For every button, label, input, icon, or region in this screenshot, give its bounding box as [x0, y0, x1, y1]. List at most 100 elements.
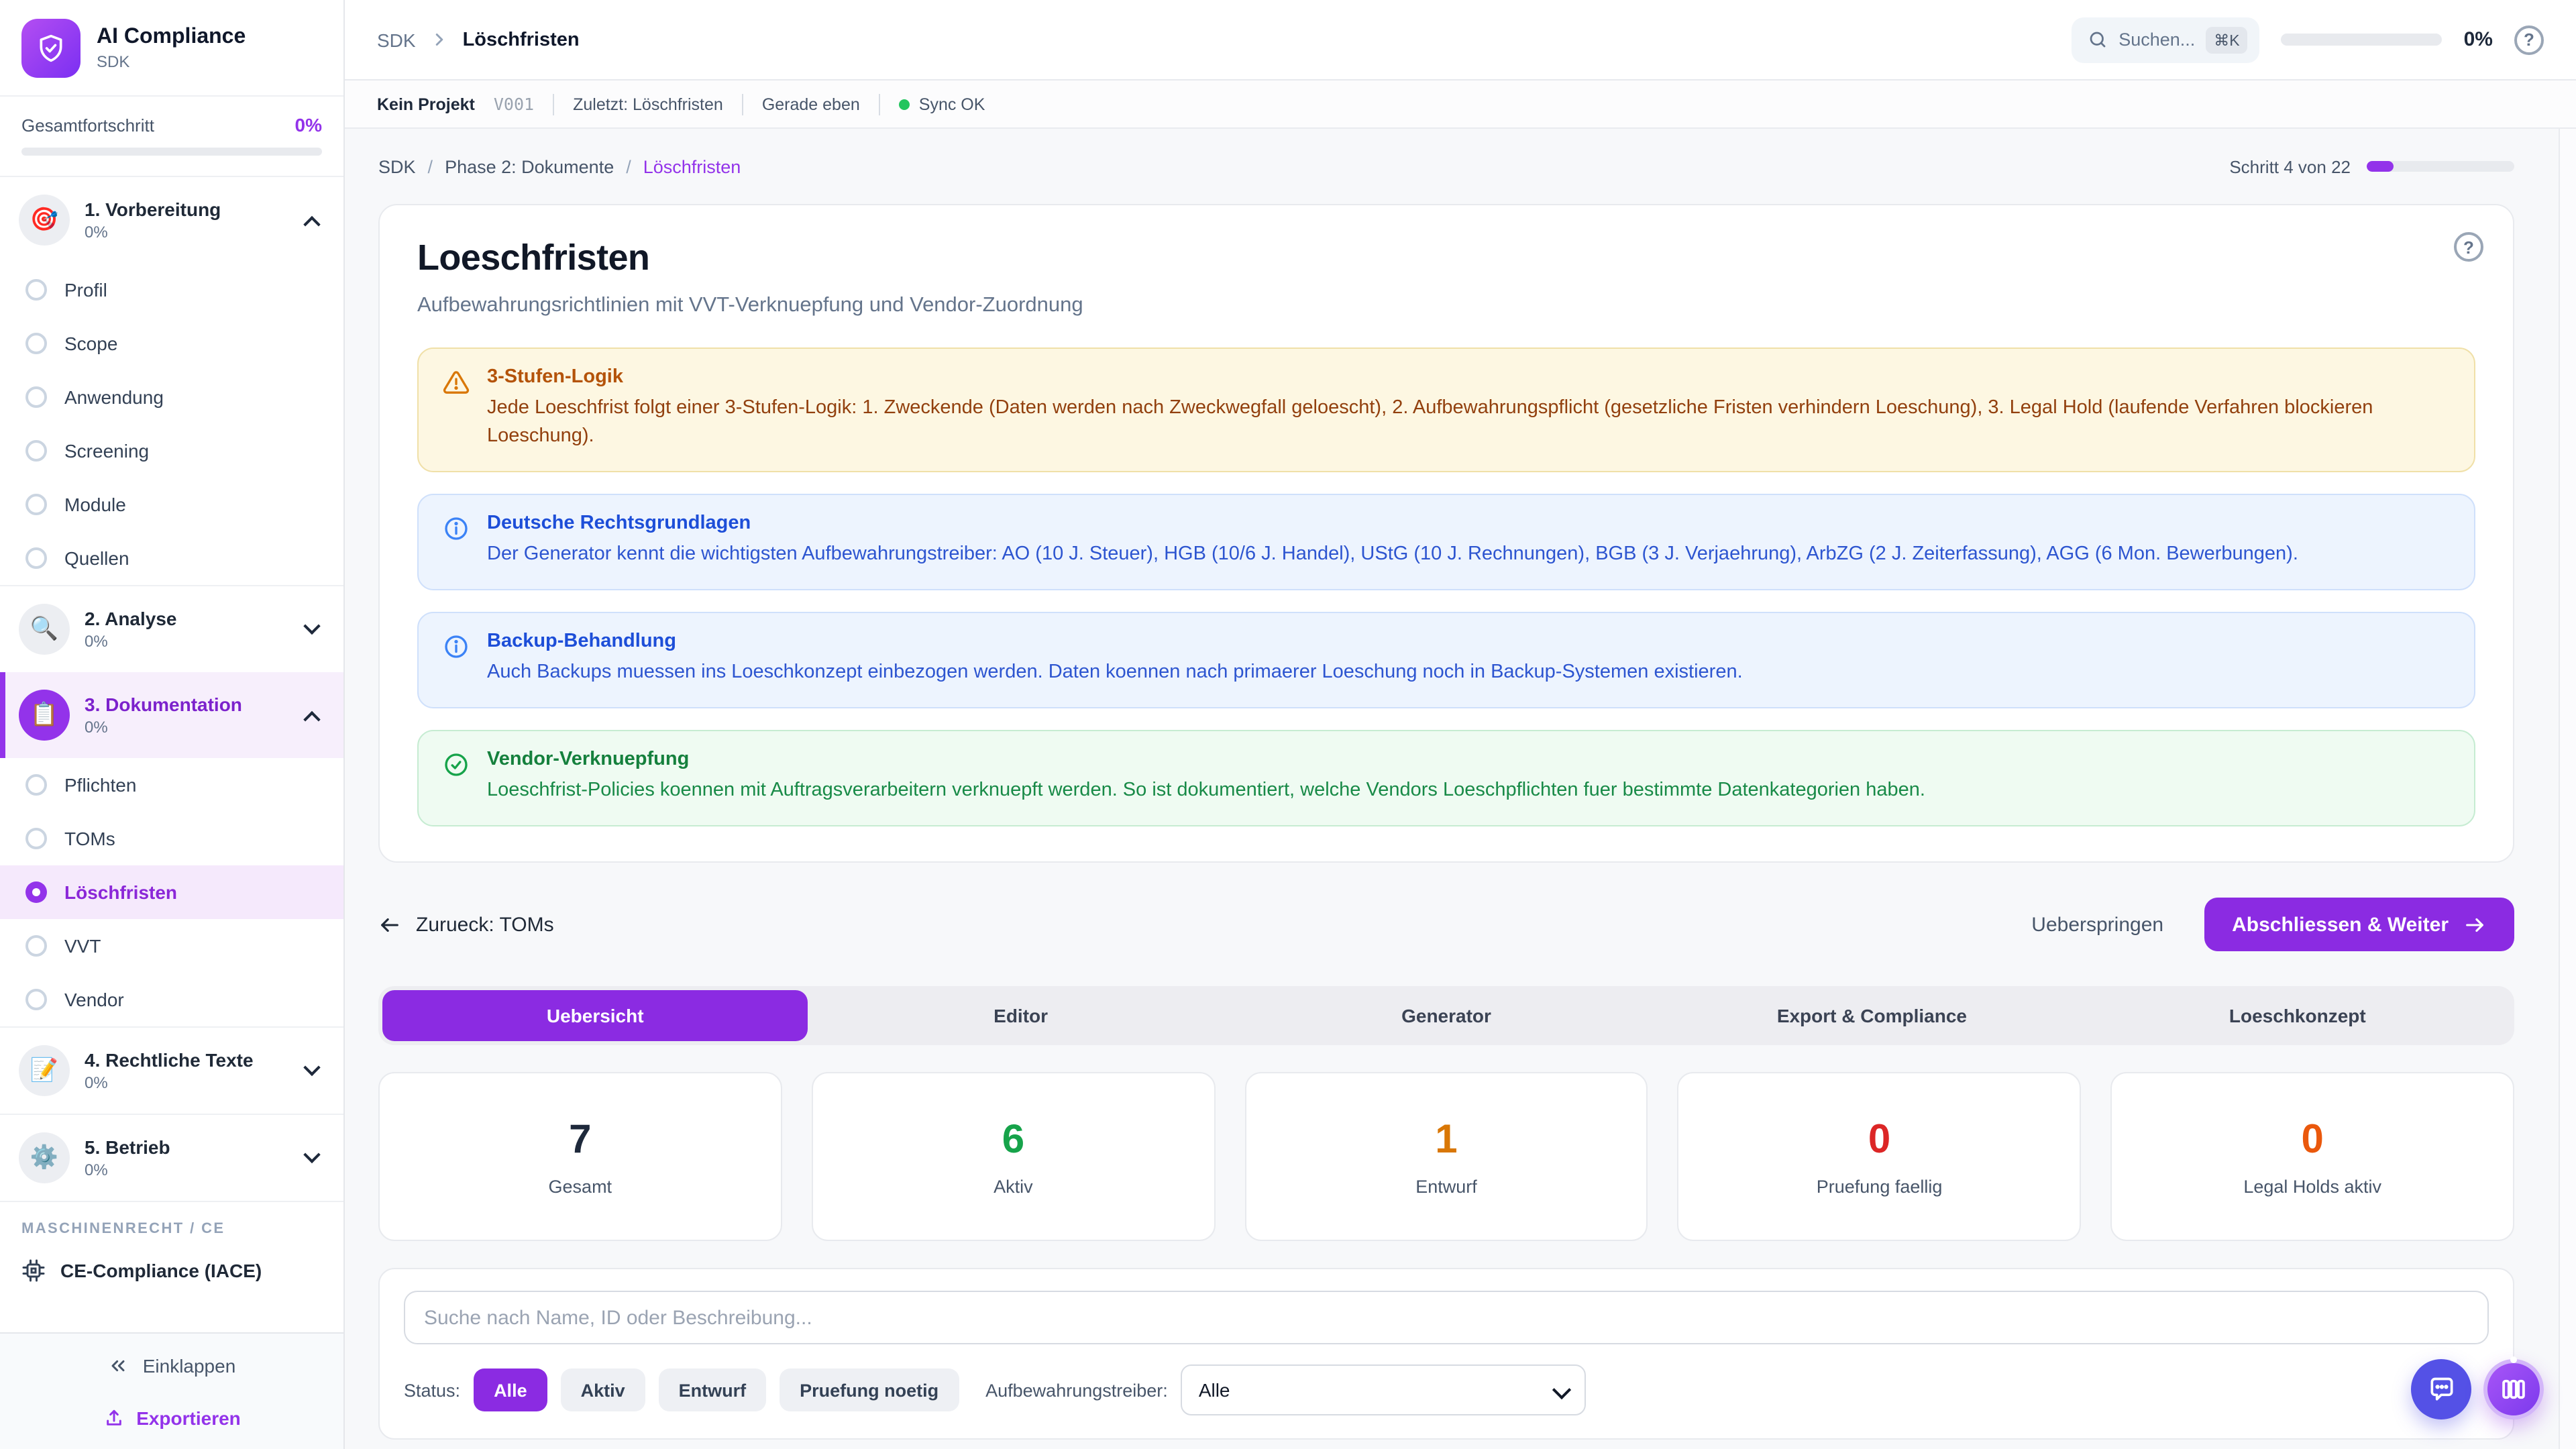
stat-label: Gesamt	[549, 1176, 612, 1196]
sidebar-item-quellen[interactable]: Quellen	[0, 531, 343, 585]
back-label: Zurueck: TOMs	[416, 913, 554, 936]
tab-editor[interactable]: Editor	[808, 990, 1233, 1041]
arrow-right-icon	[2463, 913, 2486, 936]
sidebar-item-vvt[interactable]: VVT	[0, 919, 343, 973]
section-percent: 0%	[85, 1161, 291, 1179]
tab-export-compliance[interactable]: Export & Compliance	[1659, 990, 2084, 1041]
sidebar-header: AI Compliance SDK	[0, 0, 343, 97]
alert-title: Vendor-Verknuepfung	[487, 749, 1925, 770]
main-area: SDK Löschfristen Suchen... ⌘K 0% ? Kein …	[345, 0, 2576, 1449]
radio-icon	[25, 989, 47, 1010]
sidebar-item-label: Screening	[64, 440, 149, 462]
sidebar: AI Compliance SDK Gesamtfortschritt 0% 🎯…	[0, 0, 345, 1449]
sidebar-item-ce-compliance[interactable]: CE-Compliance (IACE)	[0, 1248, 343, 1301]
stat-value: 1	[1435, 1117, 1457, 1163]
section-percent: 0%	[85, 1073, 291, 1092]
divider	[879, 93, 880, 115]
tab-generator[interactable]: Generator	[1234, 990, 1659, 1041]
status-filter-label: Status:	[404, 1380, 460, 1400]
sidebar-item-profil[interactable]: Profil	[0, 263, 343, 317]
clipboard-icon: 📋	[19, 690, 70, 741]
overall-progress: Gesamtfortschritt 0%	[0, 97, 343, 177]
topbar-progress-value: 0%	[2464, 28, 2493, 51]
radio-selected-icon	[25, 881, 47, 903]
version-badge: V001	[494, 94, 534, 114]
chevron-up-icon	[303, 710, 320, 727]
project-status: Kein Projekt	[377, 95, 475, 113]
breadcrumb-current: Löschfristen	[643, 156, 741, 176]
sidebar-item-label: TOMs	[64, 828, 115, 849]
stat-label: Legal Holds aktiv	[2243, 1176, 2381, 1196]
sidebar-section-header-rechtliche-texte[interactable]: 📝 4. Rechtliche Texte 0%	[0, 1028, 343, 1114]
stat-value: 7	[569, 1117, 591, 1163]
radio-icon	[25, 279, 47, 301]
sidebar-section-header-vorbereitung[interactable]: 🎯 1. Vorbereitung 0%	[0, 177, 343, 263]
driver-select[interactable]: Alle	[1181, 1364, 1587, 1415]
section-title: 1. Vorbereitung	[85, 199, 291, 220]
breadcrumb-root-link[interactable]: SDK	[378, 156, 416, 176]
stat-label: Entwurf	[1415, 1176, 1477, 1196]
filter-row: Status: Alle Aktiv Entwurf Pruefung noet…	[404, 1364, 2489, 1415]
sidebar-nav: 🎯 1. Vorbereitung 0% Profil Scope Anwend…	[0, 177, 343, 1332]
sidebar-section-header-analyse[interactable]: 🔍 2. Analyse 0%	[0, 586, 343, 672]
status-chip-alle[interactable]: Alle	[474, 1368, 547, 1411]
sidebar-item-label: VVT	[64, 935, 101, 957]
stat-value: 0	[1868, 1117, 1890, 1163]
sidebar-item-module[interactable]: Module	[0, 478, 343, 531]
sidebar-item-loeschfristen[interactable]: Löschfristen	[0, 865, 343, 919]
info-circle-icon	[443, 633, 470, 660]
policy-search-input[interactable]	[404, 1291, 2489, 1344]
sidebar-item-label: Module	[64, 494, 126, 515]
chat-fab-button[interactable]	[2411, 1359, 2471, 1419]
breadcrumb-phase-link[interactable]: Phase 2: Dokumente	[445, 156, 614, 176]
sidebar-section-header-dokumentation[interactable]: 📋 3. Dokumentation 0%	[0, 672, 343, 758]
last-saved-time: Gerade eben	[762, 95, 860, 113]
app-root: AI Compliance SDK Gesamtfortschritt 0% 🎯…	[0, 0, 2576, 1449]
collapse-sidebar-button[interactable]: Einklappen	[108, 1355, 236, 1377]
sidebar-item-vendor[interactable]: Vendor	[0, 973, 343, 1026]
search-label: Suchen...	[2118, 30, 2195, 50]
back-button[interactable]: Zurueck: TOMs	[378, 913, 554, 936]
radio-icon	[25, 935, 47, 957]
wizard-nav-row: Zurueck: TOMs Ueberspringen Abschliessen…	[378, 898, 2514, 951]
tab-uebersicht[interactable]: Uebersicht	[382, 990, 808, 1041]
search-shortcut-badge: ⌘K	[2206, 26, 2247, 53]
finish-next-button[interactable]: Abschliessen & Weiter	[2204, 898, 2514, 951]
sync-ok-dot-icon	[899, 99, 910, 109]
sidebar-item-screening[interactable]: Screening	[0, 424, 343, 478]
topbar: SDK Löschfristen Suchen... ⌘K 0% ?	[345, 0, 2576, 80]
panel-toggle-fab-button[interactable]	[2483, 1359, 2544, 1419]
section-title: 3. Dokumentation	[85, 694, 291, 715]
scrollbar-gutter[interactable]	[2559, 129, 2576, 1449]
skip-button[interactable]: Ueberspringen	[2031, 913, 2163, 936]
driver-select-wrap: Alle	[1181, 1364, 1587, 1415]
sidebar-item-scope[interactable]: Scope	[0, 317, 343, 370]
export-button[interactable]: Exportieren	[103, 1407, 241, 1429]
chevron-down-icon	[303, 617, 320, 634]
sidebar-item-anwendung[interactable]: Anwendung	[0, 370, 343, 424]
status-chip-aktiv[interactable]: Aktiv	[561, 1368, 645, 1411]
alert-info: Deutsche Rechtsgrundlagen Der Generator …	[417, 494, 2475, 590]
sidebar-item-toms[interactable]: TOMs	[0, 812, 343, 865]
section-percent: 0%	[85, 718, 291, 737]
help-icon[interactable]: ?	[2514, 25, 2544, 54]
global-search-button[interactable]: Suchen... ⌘K	[2072, 17, 2259, 62]
export-label: Exportieren	[136, 1407, 241, 1429]
divider	[742, 93, 743, 115]
sidebar-item-label: Pflichten	[64, 774, 136, 796]
alert-info: Backup-Behandlung Auch Backups muessen i…	[417, 612, 2475, 708]
tab-loeschkonzept[interactable]: Loeschkonzept	[2085, 990, 2510, 1041]
radio-icon	[25, 494, 47, 515]
columns-icon	[2500, 1375, 2528, 1403]
sidebar-section-header-betrieb[interactable]: ⚙️ 5. Betrieb 0%	[0, 1115, 343, 1201]
breadcrumb-root-link[interactable]: SDK	[377, 29, 416, 50]
status-chip-entwurf[interactable]: Entwurf	[659, 1368, 767, 1411]
step-progress: Schritt 4 von 22	[2229, 156, 2514, 176]
status-chip-pruefung-noetig[interactable]: Pruefung noetig	[780, 1368, 959, 1411]
help-icon[interactable]: ?	[2454, 232, 2483, 262]
sidebar-section-vorbereitung: 🎯 1. Vorbereitung 0% Profil Scope Anwend…	[0, 177, 343, 585]
sidebar-item-pflichten[interactable]: Pflichten	[0, 758, 343, 812]
warning-triangle-icon	[443, 369, 470, 396]
overall-progress-bar	[21, 148, 322, 156]
radio-icon	[25, 386, 47, 408]
